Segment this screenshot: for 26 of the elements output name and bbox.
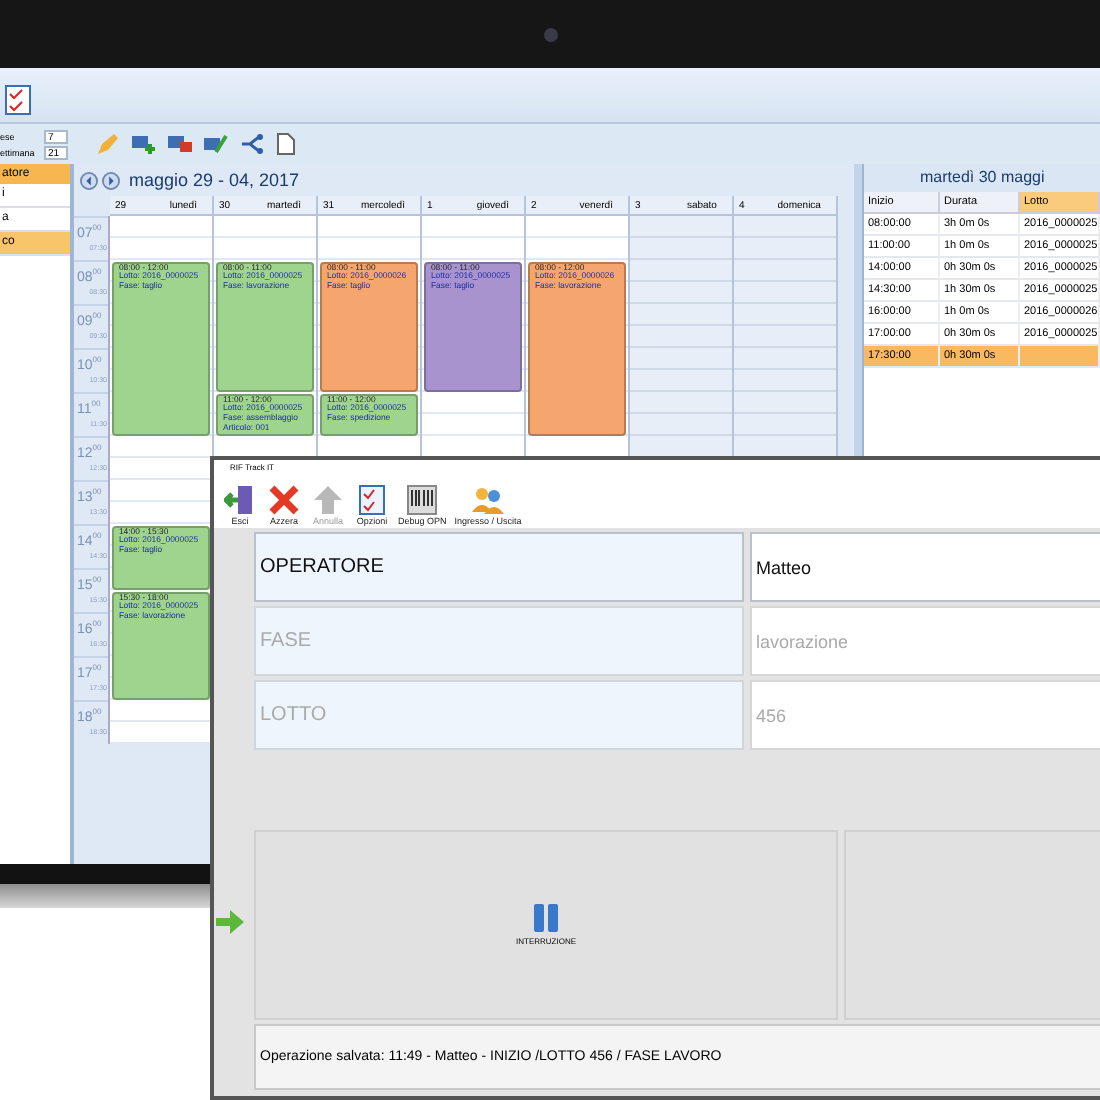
field-label: LOTTO <box>254 680 744 750</box>
field-label: FASE <box>254 606 744 676</box>
add-block-icon[interactable] <box>132 134 156 154</box>
cross-icon <box>268 484 300 516</box>
checklist-icon <box>356 484 388 516</box>
page-icon[interactable] <box>276 132 296 156</box>
exit-door-icon <box>224 484 256 516</box>
field-label: OPERATORE <box>254 532 744 602</box>
field-value: 456 <box>750 680 1100 750</box>
field-value: Matteo <box>750 532 1100 602</box>
paint-block-icon[interactable] <box>204 134 228 154</box>
remove-block-icon[interactable] <box>168 134 192 154</box>
share-icon[interactable] <box>240 134 264 154</box>
pause-icon <box>534 904 558 932</box>
camera-icon <box>543 27 557 41</box>
date-range-title: maggio 29 - 04, 2017 <box>128 170 300 190</box>
panel-title: martedì 30 maggi <box>864 164 1100 192</box>
next-icon[interactable] <box>102 171 121 189</box>
up-arrow-icon <box>312 484 344 516</box>
previous-icon[interactable] <box>80 171 99 189</box>
people-icon <box>472 484 505 516</box>
table-cell <box>1020 346 1100 368</box>
checklist-icon[interactable] <box>4 84 32 116</box>
barcode-icon <box>406 484 439 516</box>
arrow-icon <box>216 910 244 934</box>
field-value: lavorazione <box>750 606 1100 676</box>
